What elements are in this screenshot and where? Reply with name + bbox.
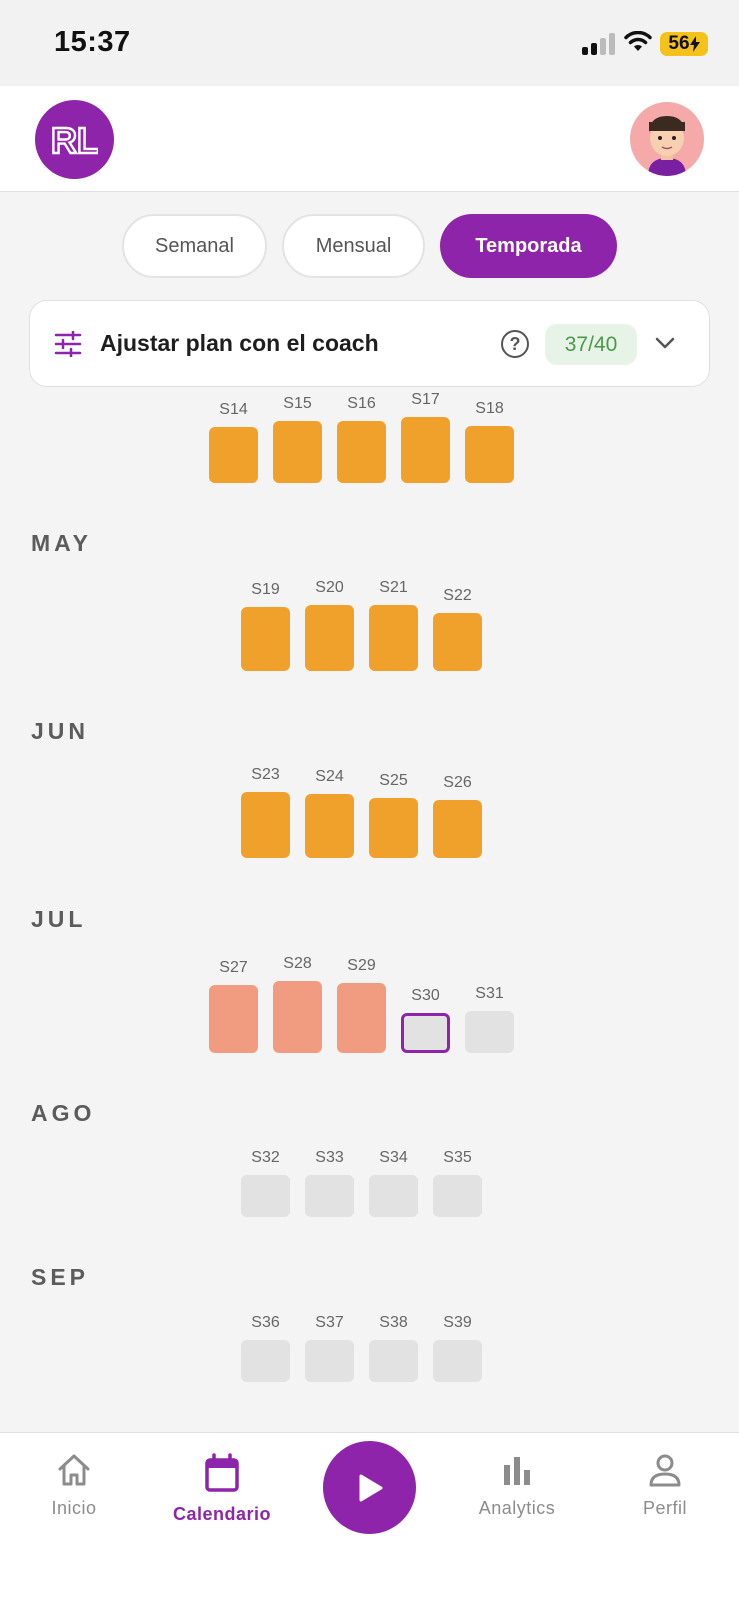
week-bar-done[interactable] [305, 605, 354, 671]
nav-inicio[interactable]: Inicio [4, 1453, 144, 1519]
month-label-may: MAY [31, 530, 92, 556]
month-label-ago: AGO [31, 1100, 96, 1126]
bar-chart-icon [504, 1457, 530, 1485]
week-label: S36 [251, 1314, 280, 1331]
week-label: S30 [411, 987, 440, 1004]
week-label: S33 [315, 1149, 344, 1166]
week-bar-done[interactable] [401, 417, 450, 483]
nav-label-analytics: Analytics [478, 1498, 556, 1518]
clock: 15:37 [54, 26, 131, 58]
week-label: S35 [443, 1149, 472, 1166]
logo-text: RL [52, 120, 98, 160]
chevron-down-icon[interactable] [654, 332, 676, 354]
month-label-jun: JUN [31, 718, 90, 744]
nav-analytics[interactable]: Analytics [447, 1453, 587, 1519]
plan-count-badge: 37/40 [545, 324, 637, 365]
month-label-sep: SEP [31, 1264, 90, 1290]
week-label: S19 [251, 581, 280, 598]
nav-label-inicio: Inicio [51, 1498, 97, 1518]
help-icon[interactable]: ? [501, 330, 529, 358]
week-label: S22 [443, 587, 472, 604]
calendar-icon [205, 1453, 239, 1492]
week-label: S25 [379, 772, 408, 789]
week-label: S18 [475, 400, 504, 417]
week-bar-done[interactable] [369, 605, 418, 671]
week-label: S17 [411, 391, 440, 408]
week-label: S38 [379, 1314, 408, 1331]
week-label: S32 [251, 1149, 280, 1166]
battery-indicator: 56 [660, 32, 708, 56]
week-bar-future[interactable] [305, 1340, 354, 1382]
tab-mensual[interactable]: Mensual [282, 214, 425, 278]
week-label: S21 [379, 579, 408, 596]
week-bar-future[interactable] [465, 1011, 514, 1053]
week-bar-future[interactable] [433, 1340, 482, 1382]
week-bar-future[interactable] [369, 1175, 418, 1217]
week-label: S31 [475, 985, 504, 1002]
avatar-illustration [648, 116, 686, 176]
week-label: S24 [315, 768, 344, 785]
week-label: S16 [347, 395, 376, 412]
bottom-navigation: Inicio Calendario Analytics Perfil [0, 1432, 739, 1600]
tune-icon [54, 331, 82, 357]
week-label: S14 [219, 401, 248, 418]
cellular-signal-icon [582, 33, 616, 55]
week-bar-done[interactable] [241, 792, 290, 858]
user-icon [649, 1454, 681, 1487]
coach-card-title: Ajustar plan con el coach [100, 330, 379, 356]
week-bar-done[interactable] [433, 613, 482, 671]
week-bar-partial[interactable] [273, 981, 322, 1053]
logo-mark: RL [52, 120, 98, 160]
battery-level: 56 [668, 33, 690, 54]
nav-calendario[interactable]: Calendario [152, 1453, 292, 1525]
nav-label-perfil: Perfil [642, 1498, 687, 1518]
play-button[interactable] [323, 1441, 416, 1534]
home-icon [58, 1454, 90, 1486]
week-bar-done[interactable] [241, 607, 290, 671]
week-label: S37 [315, 1314, 344, 1331]
week-bar-done[interactable] [273, 421, 322, 483]
tab-temporada[interactable]: Temporada [440, 214, 617, 278]
week-label: S28 [283, 955, 312, 972]
week-bar-done[interactable] [305, 794, 354, 858]
app-logo[interactable]: RL [35, 100, 114, 179]
week-bar-future[interactable] [433, 1175, 482, 1217]
week-bar-future[interactable] [241, 1340, 290, 1382]
week-label: S23 [251, 766, 280, 783]
week-label: S29 [347, 957, 376, 974]
week-label: S34 [379, 1149, 408, 1166]
season-calendar[interactable]: S14 S15 S16 S17 S18 MAY S19 S20 S21 S22 JUN S23 S24 S… [0, 388, 739, 1432]
nav-perfil[interactable]: Perfil [595, 1453, 735, 1519]
week-label: S27 [219, 959, 248, 976]
play-icon [359, 1474, 382, 1501]
week-bar-future[interactable] [369, 1340, 418, 1382]
week-bar-done[interactable] [369, 798, 418, 858]
week-label: S15 [283, 395, 312, 412]
week-bar-partial[interactable] [337, 983, 386, 1053]
week-bar-done[interactable] [433, 800, 482, 858]
week-label: S20 [315, 579, 344, 596]
week-bar-future[interactable] [305, 1175, 354, 1217]
user-avatar[interactable] [630, 102, 704, 176]
tab-semanal[interactable]: Semanal [122, 214, 267, 278]
charging-bolt-icon [689, 36, 700, 52]
month-label-jul: JUL [31, 906, 87, 932]
week-bar-current[interactable] [401, 1013, 450, 1053]
wifi-icon [624, 31, 652, 51]
nav-label-calendario: Calendario [172, 1504, 272, 1524]
week-label: S26 [443, 774, 472, 791]
week-label: S39 [443, 1314, 472, 1331]
week-bar-partial[interactable] [209, 985, 258, 1053]
week-bar-done[interactable] [465, 426, 514, 483]
week-bar-future[interactable] [241, 1175, 290, 1217]
week-bar-done[interactable] [209, 427, 258, 483]
status-bar: 15:37 56 [0, 0, 739, 86]
app-header: RL [0, 86, 739, 192]
week-bar-done[interactable] [337, 421, 386, 483]
coach-adjust-card[interactable]: Ajustar plan con el coach ? 37/40 [29, 300, 710, 387]
